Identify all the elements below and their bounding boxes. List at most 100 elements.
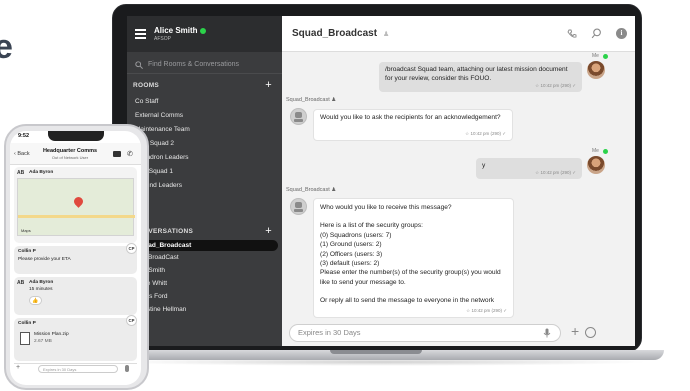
online-status-icon	[199, 27, 206, 34]
phone-time: 9:52	[18, 133, 30, 139]
search-placeholder: Find Rooms & Conversations	[148, 61, 240, 68]
microphone-icon[interactable]	[543, 328, 551, 338]
message-line: Who would you like to receive this messa…	[320, 204, 452, 211]
person-icon: ♟	[383, 30, 390, 38]
info-icon[interactable]: i	[616, 28, 627, 39]
message-composer[interactable]: Expires in 30 Days	[289, 324, 561, 342]
map-pin-icon	[72, 195, 85, 208]
rooms-section-header: ROOMS +	[127, 77, 282, 93]
user-org: AFSOP	[154, 36, 171, 42]
conversation-item-active[interactable]: Squad_Broadcast	[130, 240, 278, 251]
sender-name: Collin P	[18, 321, 36, 326]
message-bubble: /broadcast Squad team, attaching our lat…	[379, 62, 582, 92]
user-name: Alice Smith	[154, 26, 206, 35]
menu-icon[interactable]	[135, 29, 146, 39]
online-status-icon	[603, 149, 608, 154]
message-meta: ☆ 10:42 pm (290) ✓	[465, 130, 506, 136]
phone-add-icon[interactable]: +	[16, 364, 20, 371]
phone-header: ‹ Back Headquarter Comms Out of Network …	[10, 143, 141, 165]
sidebar-header: Alice Smith AFSOP	[127, 16, 282, 52]
conversation-item[interactable]: Christine Hellman	[127, 303, 282, 316]
sender-initials: AB	[17, 280, 25, 286]
phone-message-input[interactable]: Expires in 30 Days	[38, 365, 118, 373]
file-size: 2.67 MB	[34, 339, 52, 344]
sender-name: Ada Byron	[29, 280, 54, 285]
sender-label: Me	[592, 53, 599, 59]
sender-label: Me	[592, 148, 599, 154]
chat-title: Squad_Broadcast	[292, 28, 378, 39]
back-button[interactable]: ‹ Back	[14, 151, 30, 157]
message-text: Please provide your ETA	[18, 257, 71, 262]
room-item[interactable]: Squadron Leaders	[127, 151, 282, 165]
room-item[interactable]: Red Squad 1	[127, 165, 282, 179]
message-bubble: Would you like to ask the recipients for…	[313, 109, 513, 141]
chat-header: Squad_Broadcast ♟ i	[282, 16, 635, 52]
rooms-header: ROOMS	[133, 81, 160, 89]
room-item[interactable]: Blue Squad 2	[127, 137, 282, 151]
message-bubble: y ☆ 10:42 pm (290) ✓	[476, 158, 582, 179]
message-text: Would you like to ask the recipients for…	[320, 114, 501, 121]
sender-name: Collin P	[18, 249, 36, 254]
message-line: (2) Officers (users: 3)	[320, 250, 383, 258]
message-line: (3) default (users: 2)	[320, 260, 380, 268]
avatar	[587, 61, 605, 79]
conversations-section-header: CONVERSATIONS +	[127, 223, 282, 239]
add-attachment-icon[interactable]: +	[571, 323, 579, 339]
search-messages-icon[interactable]	[591, 28, 602, 39]
file-icon[interactable]	[20, 332, 30, 345]
message-line: Or reply all to send the message to ever…	[320, 297, 495, 305]
message-meta: ☆ 10:42 pm (290) ✓	[535, 169, 576, 175]
chat-pane: Squad_Broadcast ♟ i Me /broadcast Squad …	[282, 16, 635, 346]
message-text: y	[482, 162, 486, 169]
add-conversation-icon[interactable]: +	[265, 225, 272, 237]
online-status-icon	[603, 54, 608, 59]
phone-chat-title: Headquarter Comms	[42, 148, 98, 154]
bot-avatar	[290, 108, 307, 125]
room-item[interactable]: Maintenance Team	[127, 123, 282, 137]
sender-initials: AB	[17, 170, 25, 176]
laptop-screen: Alice Smith AFSOP Find Rooms & Conversat…	[127, 16, 635, 346]
file-message: Collin P Mission Plan.zip 2.67 MB	[14, 318, 137, 361]
call-icon[interactable]: ✆	[127, 150, 133, 158]
message-line: (0) Squadrons (users: 7)	[320, 231, 392, 239]
message-card: AB Ada Byron 15 minutes 👍	[14, 277, 137, 315]
reaction-badge[interactable]: 👍	[29, 296, 42, 305]
message-list: Me /broadcast Squad team, attaching our …	[282, 52, 635, 318]
search-input[interactable]: Find Rooms & Conversations	[127, 56, 282, 74]
message-meta: ☆ 10:42 pm (290) ✓	[535, 82, 576, 88]
conversation-item[interactable]: Jeffie Whitt	[127, 277, 282, 290]
phone-screen: 9:52 ‹ Back Headquarter Comms Out of Net…	[10, 131, 141, 385]
map-message: AB Ada Byron Maps	[14, 167, 137, 243]
bot-avatar	[290, 198, 307, 215]
room-item[interactable]: External Comms	[127, 109, 282, 123]
emoji-icon[interactable]	[585, 327, 596, 338]
video-icon[interactable]	[113, 151, 121, 157]
avatar	[587, 156, 605, 174]
map-road	[18, 215, 135, 218]
add-room-icon[interactable]: +	[265, 79, 272, 91]
phone-notch	[48, 131, 104, 141]
message-meta: ☆ 10:42 pm (290) ✓	[466, 307, 507, 313]
message-text: 15 minutes	[29, 287, 53, 292]
heading-fragment: e	[0, 28, 13, 66]
file-name: Mission Plan.zip	[34, 332, 69, 337]
conversation-item[interactable]: Bob Smith	[127, 264, 282, 277]
message-line: Here is a list of the security groups:	[320, 222, 423, 230]
message-line: (1) Ground (users: 2)	[320, 241, 382, 249]
conversation-item[interactable]: SQ_BroadCast	[127, 251, 282, 264]
message-card: Collin P Please provide your ETA	[14, 246, 137, 274]
avatar-initials: CP	[126, 243, 137, 254]
phone-icon[interactable]	[567, 29, 577, 39]
sender-name: Ada Byron	[29, 170, 54, 175]
message-bubble: Who would you like to receive this messa…	[313, 198, 514, 318]
room-item[interactable]: Co Staff	[127, 95, 282, 109]
sender-label: Squad_Broadcast ♟	[286, 187, 337, 193]
conversation-item[interactable]: Harris Ford	[127, 290, 282, 303]
map-image[interactable]: Maps	[17, 178, 135, 236]
phone-chat-subtitle: Out of Network User	[51, 155, 89, 160]
avatar-initials: CP	[126, 315, 137, 326]
map-label: Maps	[21, 228, 31, 233]
room-item[interactable]: Ground Leaders	[127, 179, 282, 193]
phone-mic-icon[interactable]	[125, 365, 129, 372]
sender-label: Squad_Broadcast ♟	[286, 97, 337, 103]
